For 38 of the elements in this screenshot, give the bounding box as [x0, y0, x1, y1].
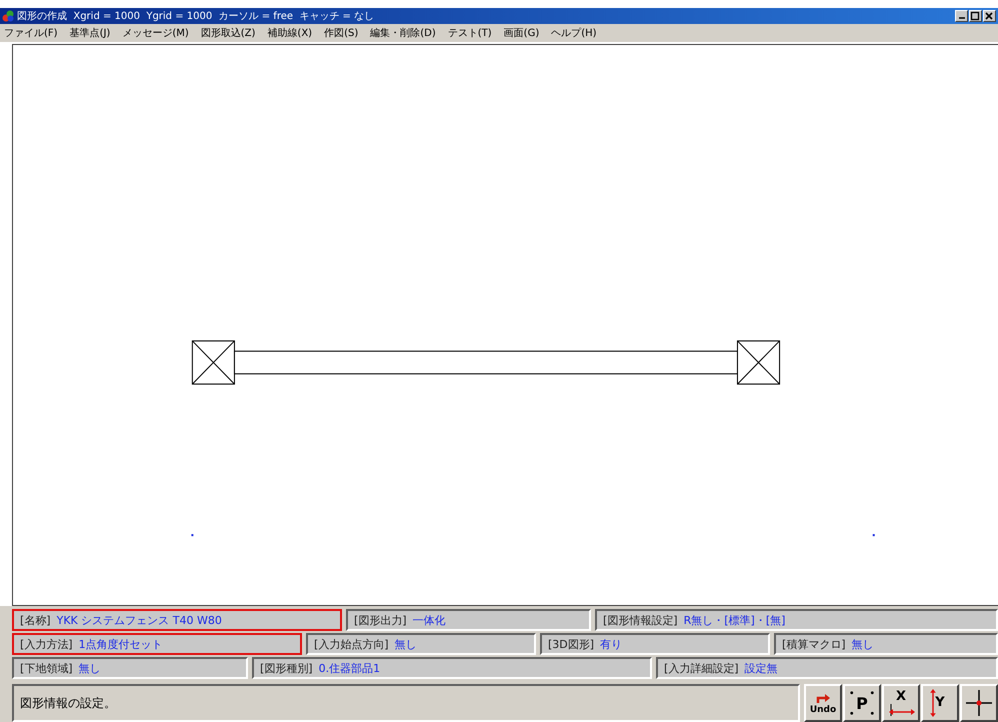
menu-item[interactable]: ファイル(F)	[4, 26, 58, 40]
menu-item[interactable]: テスト(T)	[448, 26, 492, 40]
window-title: 図形の作成 Xgrid = 1000 Ygrid = 1000 カーソル = free キャッチ = なし	[17, 10, 374, 23]
menu-item[interactable]: 画面(G)	[504, 26, 540, 40]
menu-item[interactable]: 作図(S)	[324, 26, 358, 40]
point-marker	[872, 534, 875, 536]
info-field[interactable]: [入力始点方向] 無し	[306, 633, 536, 655]
close-button[interactable]	[983, 10, 996, 22]
info-field[interactable]: [入力方法] 1点角度付セット	[12, 633, 302, 655]
menu-item[interactable]: 編集・削除(D)	[370, 26, 436, 40]
tool-button[interactable]: Y	[921, 684, 959, 722]
corner-dots-icon	[848, 689, 876, 717]
info-field[interactable]: [図形出力] 一体化	[346, 609, 591, 631]
info-field[interactable]: [図形情報設定] R無し・[標準]・[無]	[595, 609, 998, 631]
maximize-icon	[970, 11, 980, 21]
menu-item[interactable]: メッセージ(M)	[122, 26, 189, 40]
info-field[interactable]: [積算マクロ] 無し	[774, 633, 998, 655]
info-field[interactable]: [名称] YKK システムフェンス T40 W80	[12, 609, 342, 631]
tool-button[interactable]: X	[882, 684, 920, 722]
info-field[interactable]: [入力詳細設定] 設定無	[656, 657, 998, 679]
info-field[interactable]: [下地領域] 無し	[12, 657, 248, 679]
app-icon	[2, 10, 14, 22]
undo-button[interactable]: Undo	[804, 684, 842, 722]
menu-item[interactable]: ヘルプ(H)	[551, 26, 597, 40]
point-marker	[191, 534, 194, 536]
close-icon	[984, 11, 994, 21]
tool-button[interactable]: P	[843, 684, 881, 722]
tool-button[interactable]	[960, 684, 998, 722]
menu-item[interactable]: 図形取込(Z)	[200, 26, 256, 40]
info-field[interactable]: [図形種別] 0.住器部品1	[252, 657, 652, 679]
menu-item[interactable]: 補助線(X)	[267, 26, 312, 40]
minimize-button[interactable]	[955, 10, 968, 22]
crosshair-icon	[964, 688, 994, 718]
status-message: 図形情報の設定。	[12, 684, 800, 722]
menu-item[interactable]: 基準点(J)	[70, 26, 110, 40]
info-field[interactable]: [3D図形] 有り	[540, 633, 770, 655]
minimize-icon	[959, 17, 965, 19]
maximize-button[interactable]	[969, 10, 982, 22]
